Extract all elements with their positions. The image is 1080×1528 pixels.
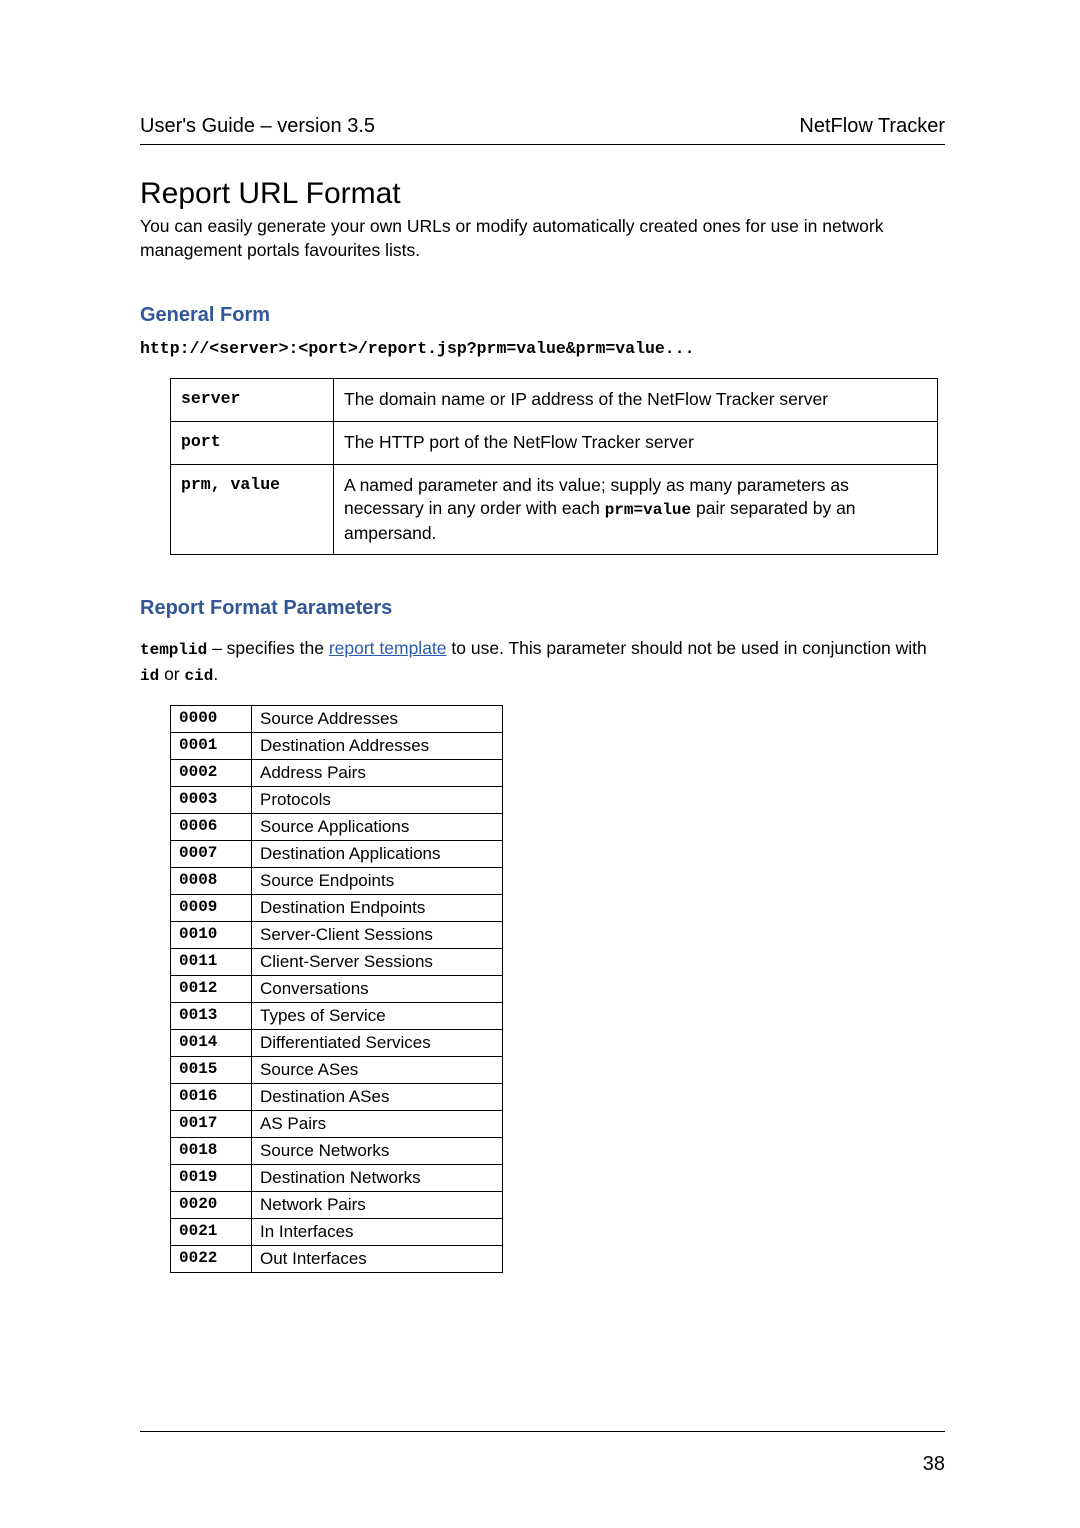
param-key: prm, value <box>171 464 334 555</box>
templid-code: 0021 <box>171 1219 252 1246</box>
page-header: User's Guide – version 3.5 NetFlow Track… <box>140 115 945 145</box>
report-template-link[interactable]: report template <box>329 638 447 658</box>
table-row: 0022Out Interfaces <box>171 1246 503 1273</box>
templid-table: 0000Source Addresses0001Destination Addr… <box>170 705 503 1273</box>
table-row: 0013Types of Service <box>171 1003 503 1030</box>
page-number: 38 <box>923 1453 945 1476</box>
templid-desc: In Interfaces <box>252 1219 503 1246</box>
templid-code: 0010 <box>171 922 252 949</box>
table-row: server The domain name or IP address of … <box>171 379 938 422</box>
templid-code: 0000 <box>171 706 252 733</box>
templid-desc: Destination Addresses <box>252 733 503 760</box>
templid-code: 0002 <box>171 760 252 787</box>
templid-paragraph: templid – specifies the report template … <box>140 636 945 687</box>
templid-code: 0001 <box>171 733 252 760</box>
table-row: 0000Source Addresses <box>171 706 503 733</box>
table-row: 0008Source Endpoints <box>171 868 503 895</box>
inline-code: templid <box>140 641 207 659</box>
templid-code: 0006 <box>171 814 252 841</box>
table-row: 0006Source Applications <box>171 814 503 841</box>
templid-desc: Protocols <box>252 787 503 814</box>
templid-desc: Server-Client Sessions <box>252 922 503 949</box>
table-row: 0010Server-Client Sessions <box>171 922 503 949</box>
templid-desc: Source Networks <box>252 1138 503 1165</box>
templid-code: 0007 <box>171 841 252 868</box>
param-key: server <box>171 379 334 422</box>
templid-desc: Destination Endpoints <box>252 895 503 922</box>
url-format: http://<server>:<port>/report.jsp?prm=va… <box>140 339 945 358</box>
param-key: port <box>171 421 334 464</box>
templid-desc: Conversations <box>252 976 503 1003</box>
templid-desc: Out Interfaces <box>252 1246 503 1273</box>
templid-code: 0018 <box>171 1138 252 1165</box>
table-row: 0009Destination Endpoints <box>171 895 503 922</box>
page-title: Report URL Format <box>140 177 945 211</box>
templid-desc: Client-Server Sessions <box>252 949 503 976</box>
table-row: 0020Network Pairs <box>171 1192 503 1219</box>
templid-code: 0003 <box>171 787 252 814</box>
table-row: 0018Source Networks <box>171 1138 503 1165</box>
templid-desc: Source Addresses <box>252 706 503 733</box>
inline-code: id <box>140 667 159 685</box>
table-row: 0014Differentiated Services <box>171 1030 503 1057</box>
table-row: 0002Address Pairs <box>171 760 503 787</box>
templid-desc: Address Pairs <box>252 760 503 787</box>
table-row: 0001Destination Addresses <box>171 733 503 760</box>
templid-code: 0022 <box>171 1246 252 1273</box>
header-left: User's Guide – version 3.5 <box>140 115 375 138</box>
templid-code: 0011 <box>171 949 252 976</box>
general-form-table: server The domain name or IP address of … <box>170 378 938 555</box>
templid-desc: Destination Networks <box>252 1165 503 1192</box>
table-row: 0015Source ASes <box>171 1057 503 1084</box>
templid-code: 0015 <box>171 1057 252 1084</box>
table-row: 0019Destination Networks <box>171 1165 503 1192</box>
intro-paragraph: You can easily generate your own URLs or… <box>140 215 945 262</box>
table-row: 0007Destination Applications <box>171 841 503 868</box>
header-right: NetFlow Tracker <box>799 115 945 138</box>
templid-desc: Source ASes <box>252 1057 503 1084</box>
templid-desc: Source Applications <box>252 814 503 841</box>
templid-desc: Destination Applications <box>252 841 503 868</box>
inline-code: prm=value <box>605 501 691 519</box>
templid-code: 0008 <box>171 868 252 895</box>
templid-desc: Source Endpoints <box>252 868 503 895</box>
table-row: port The HTTP port of the NetFlow Tracke… <box>171 421 938 464</box>
table-row: 0012Conversations <box>171 976 503 1003</box>
templid-desc: Types of Service <box>252 1003 503 1030</box>
templid-code: 0020 <box>171 1192 252 1219</box>
templid-desc: Destination ASes <box>252 1084 503 1111</box>
templid-code: 0014 <box>171 1030 252 1057</box>
templid-code: 0013 <box>171 1003 252 1030</box>
templid-code: 0017 <box>171 1111 252 1138</box>
table-row: 0011Client-Server Sessions <box>171 949 503 976</box>
templid-code: 0016 <box>171 1084 252 1111</box>
table-row: 0017AS Pairs <box>171 1111 503 1138</box>
table-row: 0021In Interfaces <box>171 1219 503 1246</box>
templid-desc: Network Pairs <box>252 1192 503 1219</box>
templid-desc: AS Pairs <box>252 1111 503 1138</box>
templid-code: 0012 <box>171 976 252 1003</box>
param-desc: A named parameter and its value; supply … <box>334 464 938 555</box>
page: User's Guide – version 3.5 NetFlow Track… <box>0 0 1080 1528</box>
templid-desc: Differentiated Services <box>252 1030 503 1057</box>
footer-rule <box>140 1431 945 1432</box>
table-row: 0016Destination ASes <box>171 1084 503 1111</box>
param-desc: The HTTP port of the NetFlow Tracker ser… <box>334 421 938 464</box>
table-row: prm, value A named parameter and its val… <box>171 464 938 555</box>
general-form-heading: General Form <box>140 304 945 327</box>
table-row: 0003Protocols <box>171 787 503 814</box>
templid-code: 0019 <box>171 1165 252 1192</box>
inline-code: cid <box>185 667 214 685</box>
param-desc: The domain name or IP address of the Net… <box>334 379 938 422</box>
templid-code: 0009 <box>171 895 252 922</box>
report-format-parameters-heading: Report Format Parameters <box>140 597 945 620</box>
